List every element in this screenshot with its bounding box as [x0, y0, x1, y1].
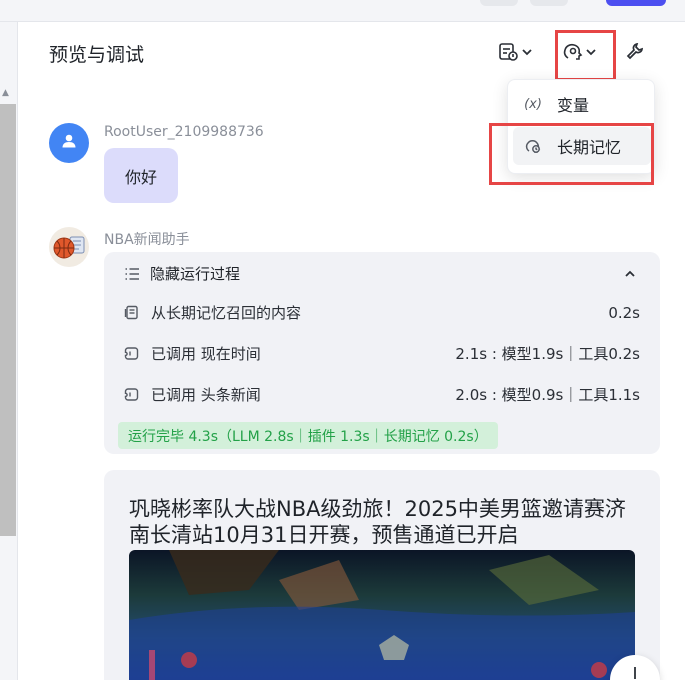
process-step: 已调用 头条新闻 2.0s : 模型0.9s｜工具1.1s	[124, 384, 640, 405]
chevron-up-icon[interactable]	[623, 266, 637, 285]
user-name: RootUser_2109988736	[104, 124, 264, 140]
step-label: 已调用 头条新闻	[151, 386, 261, 404]
process-header-label: 隐藏运行过程	[150, 265, 241, 283]
plugin-icon	[124, 387, 139, 402]
basketball-icon	[53, 236, 85, 259]
variable-icon: (x)	[524, 96, 542, 112]
top-button[interactable]	[480, 0, 518, 6]
step-time: 0.2s	[608, 303, 640, 322]
bot-name: NBA新闻助手	[104, 232, 190, 248]
run-process-card: 隐藏运行过程 从长期记忆召回的内容 0.2s 已调用 现在时间 2.1s : 模…	[104, 252, 660, 454]
process-header[interactable]: 隐藏运行过程	[124, 263, 240, 284]
process-step: 已调用 现在时间 2.1s : 模型1.9s｜工具0.2s	[124, 343, 640, 364]
news-image[interactable]	[129, 550, 635, 680]
primary-action-button[interactable]	[606, 0, 666, 6]
step-time: 2.0s : 模型0.9s｜工具1.1s	[455, 386, 640, 404]
highlight-box	[489, 123, 654, 185]
top-button[interactable]	[530, 0, 568, 6]
settings-button[interactable]	[625, 41, 645, 61]
news-image-art	[129, 550, 635, 680]
highlight-box	[555, 30, 616, 81]
list-icon	[124, 266, 140, 282]
step-label: 已调用 现在时间	[151, 345, 261, 363]
plugin-icon	[124, 346, 139, 361]
menu-item-variables[interactable]: (x) 变量	[513, 85, 651, 123]
step-label: 从长期记忆召回的内容	[151, 304, 302, 322]
debug-list-button[interactable]	[498, 41, 534, 63]
chevron-down-icon	[520, 45, 534, 59]
news-title: 巩晓彬率队大战NBA级劲旅！2025中美男篮邀请赛济南长清站10月31日开赛，预…	[129, 497, 626, 547]
user-message-bubble: 你好	[104, 148, 178, 203]
step-time: 2.1s : 模型1.9s｜工具0.2s	[455, 345, 640, 363]
arrow-down-icon	[629, 665, 641, 680]
left-scroll-column: ▲	[0, 22, 18, 680]
scroll-up-arrow-icon[interactable]: ▲	[2, 88, 9, 98]
news-card[interactable]: 巩晓彬率队大战NBA级劲旅！2025中美男篮邀请赛济南长清站10月31日开赛，预…	[104, 470, 660, 680]
run-summary-badge: 运行完毕 4.3s（LLM 2.8s｜插件 1.3s｜长期记忆 0.2s）	[118, 422, 498, 449]
memory-recall-icon	[124, 305, 139, 320]
top-toolbar-strip	[0, 0, 685, 22]
user-icon	[60, 132, 78, 154]
user-avatar	[49, 123, 89, 163]
debug-list-icon	[498, 41, 520, 63]
process-step: 从长期记忆召回的内容 0.2s	[124, 302, 640, 323]
menu-item-label: 变量	[557, 96, 590, 115]
page-title: 预览与调试	[49, 44, 145, 66]
bot-avatar	[49, 227, 89, 267]
scrollbar-thumb[interactable]	[0, 104, 16, 536]
wrench-icon	[625, 41, 645, 61]
